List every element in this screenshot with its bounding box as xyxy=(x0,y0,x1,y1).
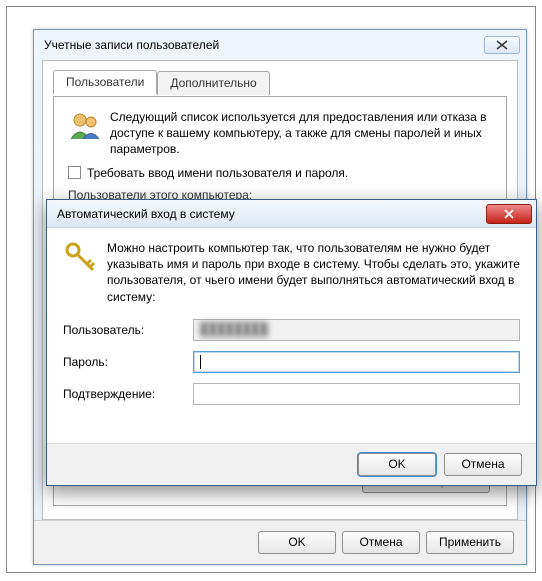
tab-advanced[interactable]: Дополнительно xyxy=(157,71,269,95)
close-icon[interactable] xyxy=(484,36,520,54)
user-accounts-titlebar[interactable]: Учетные записи пользователей xyxy=(34,30,526,60)
password-field[interactable] xyxy=(193,351,520,373)
apply-button[interactable]: Применить xyxy=(426,531,514,554)
intro-text: Следующий список используется для предос… xyxy=(110,109,492,158)
users-icon xyxy=(68,109,102,143)
password-label: Пароль: xyxy=(63,355,193,369)
tabstrip: Пользователи Дополнительно xyxy=(53,69,517,95)
auto-login-footer: OK Отмена xyxy=(47,443,536,485)
require-login-checkbox[interactable]: Требовать ввод имени пользователя и паро… xyxy=(10,164,506,186)
auto-login-description: Можно настроить компьютер так, что польз… xyxy=(107,240,520,305)
cancel-button[interactable]: Отмена xyxy=(444,453,522,476)
ok-button[interactable]: OK xyxy=(358,453,436,476)
close-icon[interactable] xyxy=(486,204,532,224)
cancel-button[interactable]: Отмена xyxy=(342,531,420,554)
text-caret xyxy=(200,355,201,369)
checkbox-icon[interactable] xyxy=(68,166,81,179)
user-accounts-title: Учетные записи пользователей xyxy=(44,38,219,52)
user-label: Пользователь: xyxy=(63,323,193,337)
auto-login-dialog: Автоматический вход в систему Можно наст… xyxy=(46,199,537,486)
confirm-field[interactable] xyxy=(193,383,520,405)
tab-users[interactable]: Пользователи xyxy=(53,70,157,94)
user-field[interactable]: ████████ xyxy=(193,319,520,341)
user-accounts-footer: OK Отмена Применить xyxy=(34,520,526,564)
ok-button[interactable]: OK xyxy=(258,531,336,554)
auto-login-title: Автоматический вход в систему xyxy=(57,207,235,221)
require-login-label: Требовать ввод имени пользователя и паро… xyxy=(87,166,348,180)
auto-login-form: Пользователь: ████████ Пароль: Подтвержд… xyxy=(63,319,520,405)
confirm-label: Подтверждение: xyxy=(63,387,193,401)
keys-icon xyxy=(63,240,97,274)
auto-login-titlebar[interactable]: Автоматический вход в систему xyxy=(47,200,536,228)
canvas-border: Учетные записи пользователей Пользовател… xyxy=(6,6,536,573)
